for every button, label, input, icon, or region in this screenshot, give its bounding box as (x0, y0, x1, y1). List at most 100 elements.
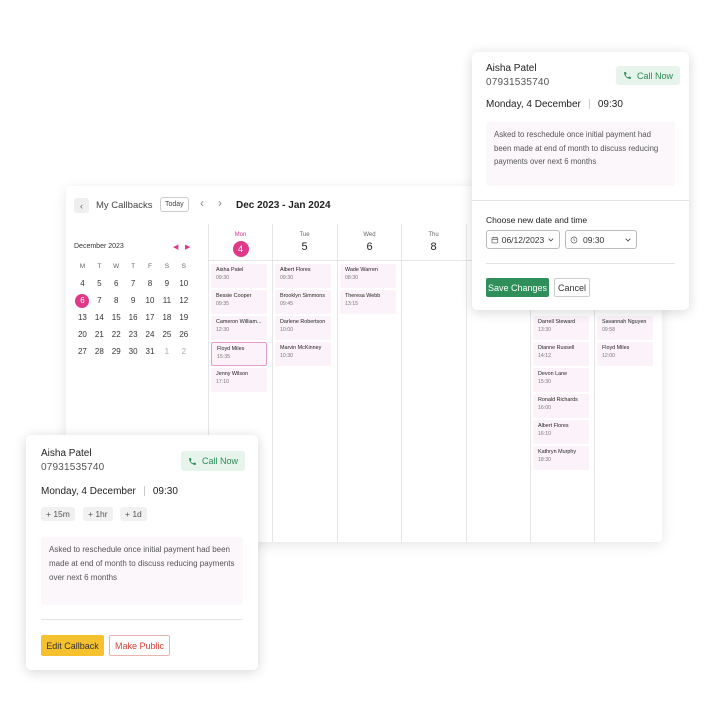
mini-day[interactable]: 8 (142, 277, 159, 291)
chevron-left-icon: ‹ (80, 200, 83, 211)
callback-event[interactable]: Darlene Robertson 10:00 (275, 316, 331, 340)
add-15m-button[interactable]: + 15m (41, 507, 75, 521)
contact-phone: 07931535740 (41, 462, 105, 473)
mini-day[interactable]: 20 (74, 328, 91, 342)
callback-event[interactable]: Bessie Cooper 09:35 (211, 290, 267, 314)
mini-day[interactable]: 15 (108, 311, 125, 325)
event-name: Floyd Miles (602, 345, 630, 351)
callback-event[interactable]: Aisha Patel 09:30 (211, 264, 267, 288)
day-number-value: 5 (301, 241, 308, 253)
mini-day[interactable]: 27 (74, 345, 91, 359)
mini-day[interactable]: 7 (91, 294, 108, 308)
mini-day[interactable]: 23 (125, 328, 142, 342)
chevron-down-icon (625, 237, 631, 242)
mini-day[interactable]: 21 (91, 328, 108, 342)
contact-phone: 07931535740 (486, 77, 550, 88)
time-select[interactable]: 09:30 (565, 230, 637, 249)
mini-day[interactable]: 18 (158, 311, 175, 325)
mini-day[interactable]: 9 (125, 294, 142, 308)
mini-day[interactable]: 11 (158, 294, 175, 308)
today-button[interactable]: Today (160, 197, 189, 212)
mini-day[interactable]: 16 (125, 311, 142, 325)
day-number[interactable]: 4 (209, 241, 272, 257)
add-1hr-button[interactable]: + 1hr (83, 507, 113, 521)
callback-event[interactable]: Brooklyn Simmons 09:45 (275, 290, 331, 314)
callback-event[interactable]: Wade Warren 08:30 (340, 264, 396, 288)
mini-day[interactable]: 12 (175, 294, 192, 308)
mini-day[interactable]: 6 (75, 294, 90, 308)
date-select[interactable]: 06/12/2023 (486, 230, 560, 249)
call-now-button[interactable]: Call Now (616, 66, 681, 85)
call-now-button[interactable]: Call Now (181, 451, 246, 471)
prev-week-button[interactable]: ‹ (200, 196, 204, 210)
mini-day[interactable]: 29 (108, 345, 125, 359)
callback-edit-card: Aisha Patel 07931535740 Call Now Monday,… (472, 52, 689, 310)
event-name: Jenny Wilson (216, 371, 249, 377)
event-time: 15:35 (217, 354, 230, 360)
callback-event[interactable]: Dianne Russell 14:12 (533, 342, 589, 366)
event-name: Dianne Russell (538, 345, 575, 351)
event-time: 10:30 (280, 353, 293, 359)
event-time: 09:30 (280, 275, 293, 281)
event-name: Floyd Miles (217, 346, 245, 352)
callback-event[interactable]: Floyd Miles 12:00 (597, 342, 653, 366)
make-public-button[interactable]: Make Public (109, 635, 170, 656)
mini-day[interactable]: 22 (108, 328, 125, 342)
mini-day[interactable]: 10 (142, 294, 159, 308)
mini-calendar-month: December 2023 (74, 243, 124, 250)
chevron-right-icon: › (218, 196, 222, 210)
mini-day[interactable]: 14 (91, 311, 108, 325)
mini-day[interactable]: 31 (142, 345, 159, 359)
mini-day[interactable]: 30 (125, 345, 142, 359)
mini-next-button[interactable]: ▶ (185, 243, 190, 251)
mini-day[interactable]: 8 (108, 294, 125, 308)
callback-event[interactable]: Darrell Steward 13:30 (533, 316, 589, 340)
phone-icon (189, 457, 196, 465)
mini-day[interactable]: 19 (175, 311, 192, 325)
mini-day[interactable]: 28 (91, 345, 108, 359)
event-time: 17:10 (216, 379, 229, 385)
save-changes-button[interactable]: Save Changes (486, 278, 549, 297)
callback-event[interactable]: Ronald Richards 16:00 (533, 394, 589, 418)
mini-day[interactable]: 25 (158, 328, 175, 342)
event-name: Ronald Richards (538, 397, 578, 403)
callback-event[interactable]: Theresa Webb 13:15 (340, 290, 396, 314)
mini-day[interactable]: 2 (175, 345, 192, 359)
callback-event[interactable]: Albert Flores 16:10 (533, 420, 589, 444)
callback-event[interactable]: Jenny Wilson 17:10 (211, 368, 267, 392)
mini-day[interactable]: 4 (74, 277, 91, 291)
mini-day[interactable]: 6 (108, 277, 125, 291)
back-button[interactable]: ‹ (74, 198, 89, 213)
day-number[interactable]: 8 (402, 241, 465, 253)
callback-event[interactable]: Marvin McKinney 10:30 (275, 342, 331, 366)
day-name: Thu (428, 232, 439, 238)
clock-icon (570, 236, 578, 243)
day-number[interactable]: 6 (338, 241, 401, 253)
callback-event[interactable]: Kathryn Murphy 18:30 (533, 446, 589, 470)
mini-day[interactable]: 13 (74, 311, 91, 325)
mini-prev-button[interactable]: ◀ (173, 243, 178, 251)
mini-day[interactable]: 26 (175, 328, 192, 342)
mini-day[interactable]: 7 (125, 277, 142, 291)
callback-event[interactable]: Cameron William... 12:30 (211, 316, 267, 340)
event-name: Brooklyn Simmons (280, 293, 325, 299)
mini-day[interactable]: 24 (142, 328, 159, 342)
event-time: 16:00 (538, 405, 551, 411)
mini-day[interactable]: 5 (91, 277, 108, 291)
next-week-button[interactable]: › (218, 196, 222, 210)
event-name: Darrell Steward (538, 319, 576, 325)
callback-event[interactable]: Devon Lane 15:30 (533, 368, 589, 392)
day-number[interactable]: 5 (273, 241, 336, 253)
callback-event[interactable]: Floyd Miles 15:35 (211, 342, 267, 366)
add-1d-button[interactable]: + 1d (120, 507, 147, 521)
callback-event[interactable]: Savannah Nguyen 09:58 (597, 316, 653, 340)
time-value: 09:30 (583, 234, 605, 245)
mini-day[interactable]: 10 (175, 277, 192, 291)
mini-day[interactable]: 17 (142, 311, 159, 325)
event-time: 13:15 (345, 301, 358, 307)
cancel-button[interactable]: Cancel (554, 278, 590, 297)
edit-callback-button[interactable]: Edit Callback (41, 635, 104, 656)
mini-day[interactable]: 1 (158, 345, 175, 359)
mini-day[interactable]: 9 (158, 277, 175, 291)
callback-event[interactable]: Albert Flores 09:30 (275, 264, 331, 288)
